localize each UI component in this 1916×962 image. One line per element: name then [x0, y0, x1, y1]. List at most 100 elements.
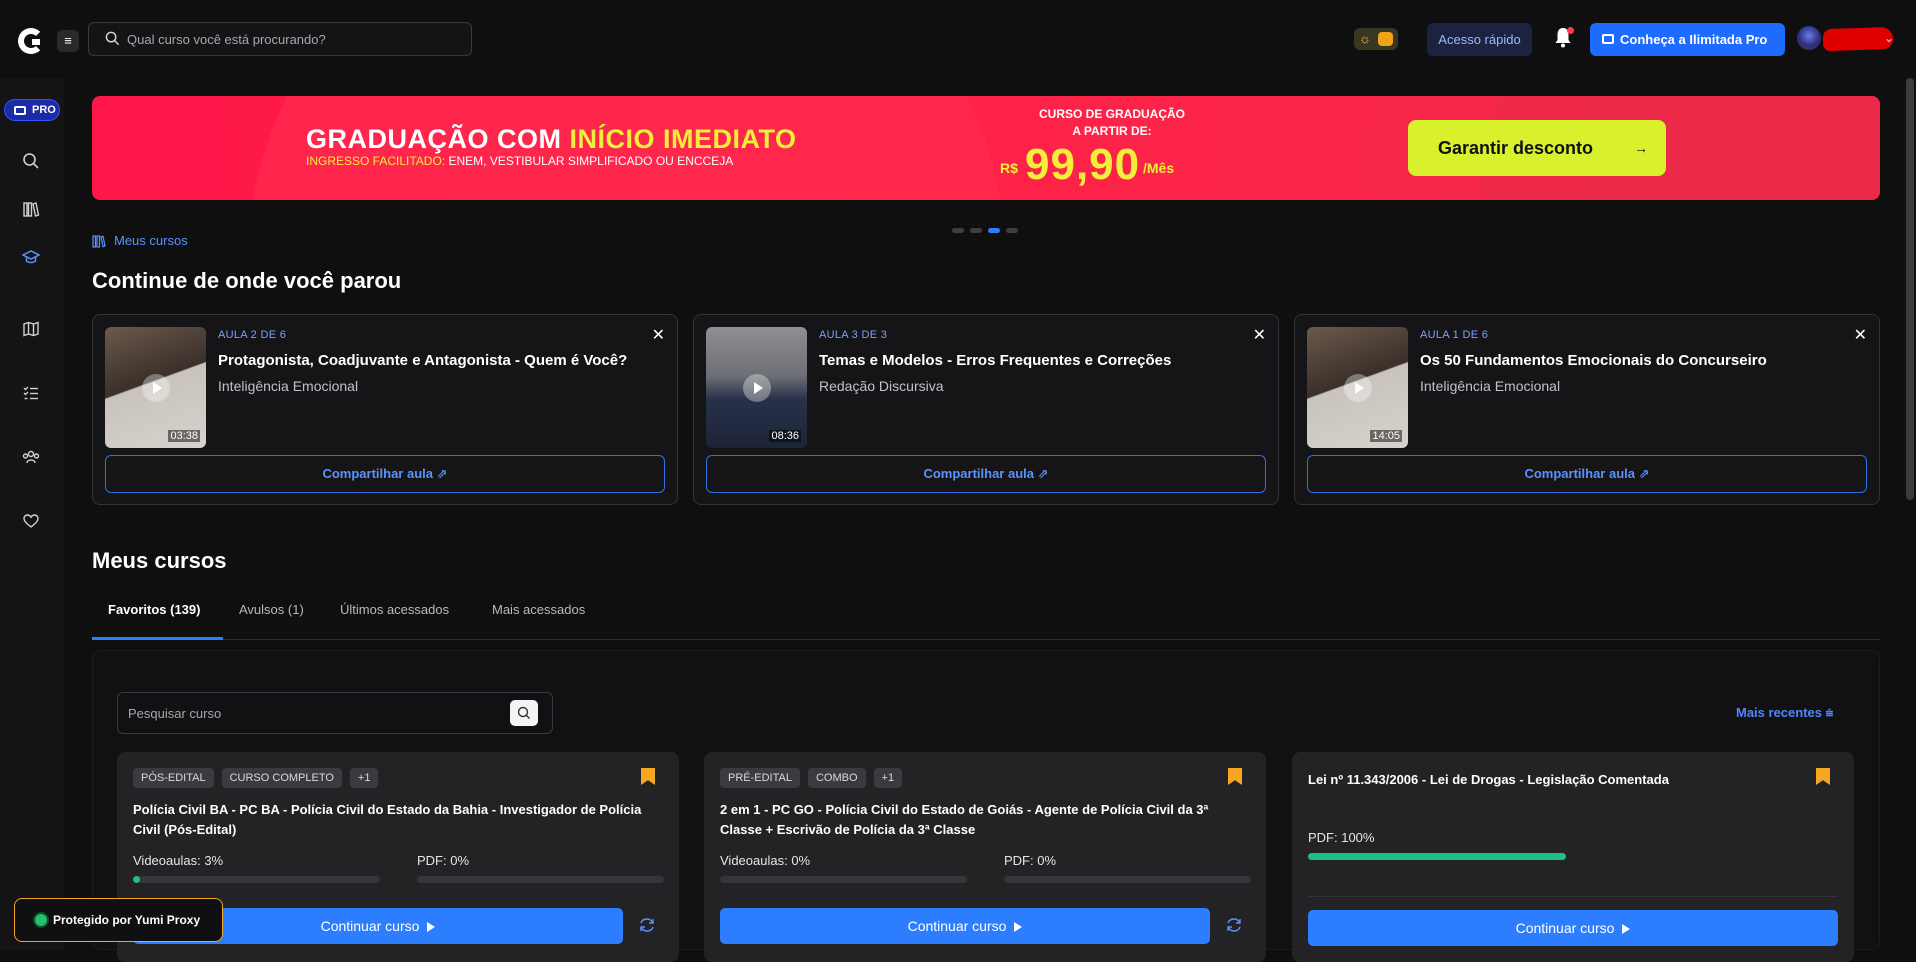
sidebar: PRO — [0, 78, 64, 950]
graduation-cap-icon[interactable] — [22, 248, 40, 266]
play-icon[interactable] — [142, 374, 170, 402]
map-icon[interactable] — [22, 320, 40, 338]
lesson-card[interactable]: 03:38 AULA 2 DE 6 Protagonista, Coadjuva… — [92, 314, 678, 505]
proxy-status-badge[interactable]: Protegido por Yumi Proxy — [14, 898, 223, 942]
course-card[interactable]: PRÉ-EDITAL COMBO +1 2 em 1 - PC GO - Políc… — [704, 752, 1266, 962]
pro-cta-label: Conheça a Ilimitada Pro — [1620, 32, 1768, 47]
theme-toggle[interactable]: ☼ — [1354, 28, 1398, 50]
banner-cta-button[interactable]: Garantir desconto → — [1408, 120, 1666, 176]
course-search-input[interactable] — [128, 701, 508, 725]
library-icon — [92, 235, 106, 248]
lesson-thumbnail[interactable]: 14:05 — [1307, 327, 1408, 448]
quick-access-button[interactable]: Acesso rápido — [1427, 23, 1532, 56]
carousel-dot[interactable] — [952, 228, 964, 233]
video-progress-bar — [720, 876, 967, 883]
library-icon[interactable] — [22, 200, 40, 218]
tab-mais-acessados[interactable]: Mais acessados — [492, 602, 585, 617]
bookmark-icon[interactable] — [1816, 768, 1830, 785]
pro-cta-button[interactable]: Conheça a Ilimitada Pro — [1590, 23, 1785, 56]
play-icon[interactable] — [1344, 374, 1372, 402]
share-lesson-button[interactable]: Compartilhar aula ⇗ — [706, 455, 1266, 493]
pdf-progress-bar — [1004, 876, 1251, 883]
community-icon[interactable] — [22, 448, 40, 466]
lesson-title[interactable]: Temas e Modelos - Erros Frequentes e Cor… — [819, 352, 1171, 369]
continue-course-button[interactable]: Continuar curso — [1308, 910, 1838, 946]
course-search[interactable] — [117, 692, 553, 734]
chevron-down-icon[interactable]: ⌄ — [1884, 31, 1894, 45]
course-tag: CURSO COMPLETO — [221, 768, 342, 788]
course-card[interactable]: Lei nº 11.343/2006 - Lei de Drogas - Leg… — [1292, 752, 1854, 962]
global-search-input[interactable] — [127, 23, 467, 55]
video-progress-bar — [133, 876, 380, 883]
course-tag[interactable]: +1 — [349, 768, 379, 788]
course-title[interactable]: 2 em 1 - PC GO - Polícia Civil do Estado… — [720, 800, 1230, 840]
lesson-thumbnail[interactable]: 03:38 — [105, 327, 206, 448]
banner-subtitle: INGRESSO FACILITADO: ENEM, VESTIBULAR SI… — [306, 154, 734, 168]
crown-icon — [14, 106, 26, 115]
checklist-icon[interactable] — [22, 384, 40, 402]
continue-course-button[interactable]: Continuar curso — [720, 908, 1210, 944]
lesson-course: Inteligência Emocional — [1420, 378, 1561, 394]
share-icon: ⇗ — [436, 466, 448, 481]
price-period: /Mês — [1143, 160, 1175, 176]
breadcrumb[interactable]: Meus cursos — [92, 233, 188, 248]
pro-badge-label: PRO — [32, 104, 56, 116]
crown-icon — [1602, 34, 1614, 44]
pro-badge[interactable]: PRO — [4, 99, 60, 121]
refresh-icon[interactable] — [1225, 916, 1243, 934]
course-tag: COMBO — [807, 768, 866, 788]
share-lesson-button[interactable]: Compartilhar aula ⇗ — [105, 455, 665, 493]
play-icon — [1622, 924, 1631, 934]
status-dot-icon — [35, 914, 47, 926]
search-icon — [105, 31, 120, 46]
section-title-continue: Continue de onde você parou — [92, 268, 402, 293]
course-tag[interactable]: +1 — [873, 768, 903, 788]
lesson-number: AULA 1 DE 6 — [1420, 329, 1489, 341]
lesson-title[interactable]: Protagonista, Coadjuvante e Antagonista … — [218, 352, 627, 369]
share-lesson-button[interactable]: Compartilhar aula ⇗ — [1307, 455, 1867, 493]
global-search[interactable] — [88, 22, 472, 56]
tab-avulsos[interactable]: Avulsos (1) — [239, 602, 304, 617]
carousel-dot[interactable] — [988, 228, 1000, 233]
promo-banner[interactable]: GRADUAÇÃO COM INÍCIO IMEDIATO INGRESSO F… — [92, 96, 1880, 200]
course-tags: PRÉ-EDITAL COMBO +1 — [720, 768, 910, 788]
lesson-number: AULA 2 DE 6 — [218, 329, 287, 341]
scrollbar[interactable] — [1906, 78, 1914, 500]
play-icon[interactable] — [743, 374, 771, 402]
close-icon[interactable]: ✕ — [652, 325, 665, 345]
tab-ultimos-acessados[interactable]: Últimos acessados — [340, 602, 449, 617]
menu-toggle-button[interactable]: ≡ — [57, 30, 79, 52]
tab-favoritos[interactable]: Favoritos (139) — [108, 602, 200, 617]
section-title-my-courses: Meus cursos — [92, 548, 227, 573]
sort-dropdown[interactable]: Mais recentes ⩧ — [1736, 705, 1833, 721]
bookmark-icon[interactable] — [641, 768, 655, 785]
lesson-thumbnail[interactable]: 08:36 — [706, 327, 807, 448]
heart-icon[interactable] — [22, 512, 40, 530]
pdf-progress-label: PDF: 0% — [1004, 853, 1057, 868]
pdf-progress-label: PDF: 100% — [1308, 830, 1375, 845]
course-title[interactable]: Polícia Civil BA - PC BA - Polícia Civil… — [133, 800, 643, 840]
course-title[interactable]: Lei nº 11.343/2006 - Lei de Drogas - Leg… — [1308, 770, 1818, 790]
close-icon[interactable]: ✕ — [1854, 325, 1867, 345]
lesson-course: Redação Discursiva — [819, 378, 944, 394]
lesson-title[interactable]: Os 50 Fundamentos Emocionais do Concurse… — [1420, 352, 1767, 369]
carousel-dot[interactable] — [970, 228, 982, 233]
search-icon[interactable] — [22, 152, 40, 170]
refresh-icon[interactable] — [638, 916, 656, 934]
pdf-progress-label: PDF: 0% — [417, 853, 470, 868]
course-tag: PÓS-EDITAL — [133, 768, 214, 788]
brand-logo[interactable] — [18, 28, 44, 54]
close-icon[interactable]: ✕ — [1253, 325, 1266, 345]
lesson-card[interactable]: 08:36 AULA 3 DE 3 Temas e Modelos - Erro… — [693, 314, 1279, 505]
notification-dot — [1567, 27, 1574, 34]
bookmark-icon[interactable] — [1228, 768, 1242, 785]
lesson-duration: 14:05 — [1370, 430, 1402, 442]
video-progress-label: Videoaulas: 0% — [720, 853, 811, 868]
lesson-card[interactable]: 14:05 AULA 1 DE 6 Os 50 Fundamentos Emoc… — [1294, 314, 1880, 505]
avatar[interactable] — [1797, 26, 1821, 50]
lesson-duration: 08:36 — [769, 430, 801, 442]
carousel-dot[interactable] — [1006, 228, 1018, 233]
search-button[interactable] — [510, 700, 538, 726]
video-progress-label: Videoaulas: 3% — [133, 853, 224, 868]
banner-price-caption: CURSO DE GRADUAÇÃO A PARTIR DE: — [1038, 107, 1185, 138]
